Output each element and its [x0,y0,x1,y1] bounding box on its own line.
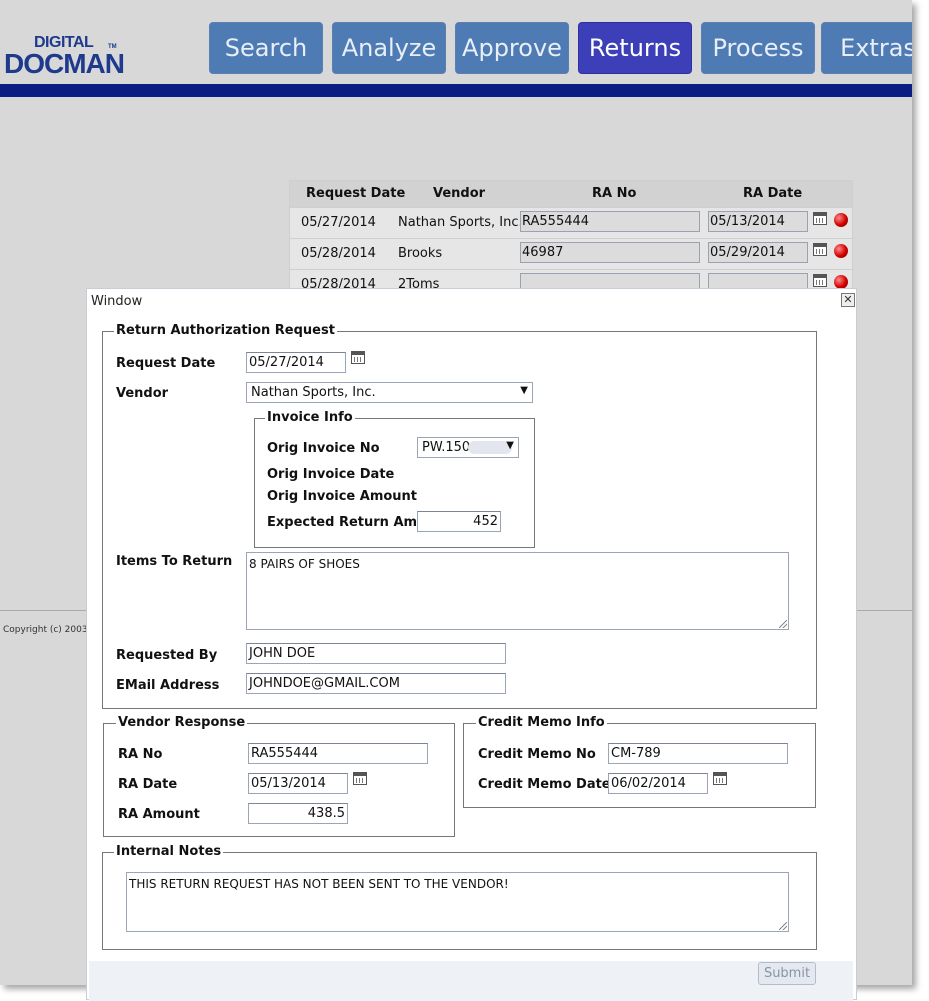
nav-returns-button[interactable]: Returns [578,22,692,74]
digital-docman-logo[interactable]: DIGITAL TM DOCMAN [4,34,144,80]
nav-analyze-button[interactable]: Analyze [332,22,446,74]
items-to-return-label: Items To Return [116,554,233,569]
items-to-return-textarea[interactable]: 8 PAIRS OF SHOES [246,552,789,630]
resize-grip-icon[interactable] [779,620,787,628]
ra-amount-label: RA Amount [118,807,200,822]
vendor-label: Vendor [116,386,169,401]
col-ra-no[interactable]: RA No [592,186,636,201]
expected-return-label: Expected Return Amt [267,515,424,530]
row-vendor: Brooks [398,246,443,261]
orig-invoice-amount-label: Orig Invoice Amount [267,489,418,504]
orig-invoice-date-label: Orig Invoice Date [267,467,395,482]
items-to-return-text: 8 PAIRS OF SHOES [249,557,360,571]
chevron-down-icon: ▼ [506,440,514,451]
window-title: Window [91,294,143,309]
calendar-icon[interactable] [813,243,827,256]
col-vendor[interactable]: Vendor [433,186,485,201]
status-red-icon[interactable] [834,275,848,289]
orig-invoice-no-select[interactable]: PW.150 ▼ [417,437,519,458]
row-request-date: 05/27/2014 [301,215,376,230]
orig-invoice-no-value: PW.150 [422,440,471,455]
status-red-icon[interactable] [834,244,848,258]
calendar-icon[interactable] [353,772,367,785]
nav-extras-button[interactable]: Extras [821,22,912,74]
internal-notes-textarea[interactable]: THIS RETURN REQUEST HAS NOT BEEN SENT TO… [126,872,789,932]
internal-notes-text: THIS RETURN REQUEST HAS NOT BEEN SENT TO… [129,877,509,891]
nav-underline-bar [0,84,912,97]
calendar-icon[interactable] [713,772,727,785]
returns-table-header: Request Date Vendor RA No RA Date [290,181,852,207]
window-footer [89,961,853,1001]
row-ra-date-input[interactable]: 05/13/2014 [708,211,808,232]
expected-return-input[interactable]: 452 [417,511,501,532]
request-date-input[interactable]: 05/27/2014 [246,352,346,373]
invoice-info-fieldset: Invoice Info Orig Invoice No PW.150 ▼ Or… [254,410,535,548]
row-ra-no-input[interactable]: 46987 [520,242,700,263]
credit-memo-legend: Credit Memo Info [476,715,607,730]
ra-no-label: RA No [118,747,163,762]
credit-memo-fieldset: Credit Memo Info Credit Memo No CM-789 C… [463,715,816,808]
row-request-date: 05/28/2014 [301,246,376,261]
close-icon[interactable]: ✕ [841,293,855,307]
row-vendor: Nathan Sports, Inc. [398,215,523,230]
nav-approve-button[interactable]: Approve [455,22,569,74]
orig-invoice-no-label: Orig Invoice No [267,441,380,456]
email-label: EMail Address [116,678,220,693]
nav-search-button[interactable]: Search [209,22,323,74]
returns-table: Request Date Vendor RA No RA Date 05/27/… [289,180,853,301]
row-ra-no-input[interactable]: RA555444 [520,211,700,232]
ra-date-input[interactable]: 05/13/2014 [248,773,348,794]
email-field[interactable]: JOHNDOE@GMAIL.COM [246,673,506,694]
vendor-select[interactable]: Nathan Sports, Inc. ▼ [246,382,533,403]
credit-memo-date-input[interactable]: 06/02/2014 [608,773,708,794]
copyright-text: Copyright (c) 2003 [3,625,88,635]
credit-memo-no-label: Credit Memo No [478,747,596,762]
ra-amount-input[interactable]: 438.5 [248,803,348,824]
resize-grip-icon[interactable] [779,922,787,930]
ra-request-legend: Return Authorization Request [114,323,337,338]
credit-memo-date-label: Credit Memo Date [478,777,611,792]
requested-by-label: Requested By [116,648,218,663]
calendar-icon[interactable] [351,351,365,364]
window-body: Return Authorization Request Request Dat… [89,317,853,1001]
request-date-label: Request Date [116,356,216,371]
vendor-response-legend: Vendor Response [116,715,248,730]
app-header: DIGITAL TM DOCMAN Search Analyze Approve… [0,0,912,84]
calendar-icon[interactable] [813,212,827,225]
row-ra-date-input[interactable]: 05/29/2014 [708,242,808,263]
invoice-info-legend: Invoice Info [265,410,355,425]
credit-memo-no-input[interactable]: CM-789 [608,743,788,764]
nav-process-button[interactable]: Process [701,22,815,74]
vendor-select-value: Nathan Sports, Inc. [251,385,376,400]
vendor-response-fieldset: Vendor Response RA No RA555444 RA Date 0… [103,715,455,837]
table-row[interactable]: 05/27/2014 Nathan Sports, Inc. RA555444 … [290,207,852,238]
status-red-icon[interactable] [834,213,848,227]
col-request-date[interactable]: Request Date [306,186,405,201]
ra-date-label: RA Date [118,777,178,792]
calendar-icon[interactable] [813,274,827,287]
internal-notes-fieldset: Internal Notes THIS RETURN REQUEST HAS N… [102,844,817,950]
col-ra-date[interactable]: RA Date [743,186,802,201]
chevron-down-icon: ▼ [520,385,528,396]
submit-button[interactable]: Submit [758,962,816,985]
table-row[interactable]: 05/28/2014 Brooks 46987 05/29/2014 [290,238,852,269]
return-authorization-window: Window ✕ Return Authorization Request Re… [86,288,857,1001]
ra-request-fieldset: Return Authorization Request Request Dat… [102,323,817,709]
ra-no-input[interactable]: RA555444 [248,743,428,764]
internal-notes-legend: Internal Notes [114,844,224,859]
logo-text-bottom: DOCMAN [4,48,125,79]
requested-by-input[interactable]: JOHN DOE [246,643,506,664]
